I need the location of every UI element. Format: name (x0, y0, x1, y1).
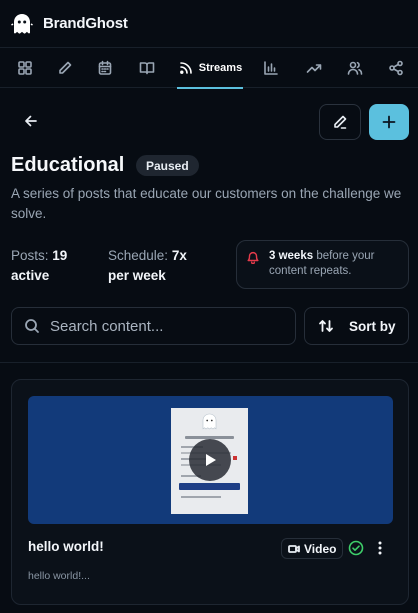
search-box[interactable] (11, 307, 296, 345)
nav-item-dashboard[interactable] (8, 48, 42, 88)
repeat-text: 3 weeks before your content repeats. (269, 249, 407, 279)
schedule-suffix: per week (108, 268, 166, 283)
schedule-label: Schedule: (108, 248, 169, 263)
content-card[interactable]: hello world! Video hello world!... (11, 379, 409, 605)
posts-suffix: active (11, 268, 50, 283)
rss-icon (179, 62, 192, 74)
sort-button[interactable]: Sort by (304, 307, 409, 345)
nav-item-team[interactable] (338, 48, 372, 88)
schedule-stat: Schedule: 7x per week (108, 246, 187, 286)
repeat-notice: 3 weeks before your content repeats. (236, 240, 409, 289)
schedule-value: 7x (171, 248, 187, 263)
play-button[interactable] (189, 439, 231, 481)
check-circle-icon (348, 540, 364, 556)
sort-icon (319, 320, 333, 332)
posts-stat: Posts: 19 active (11, 246, 67, 286)
back-button[interactable] (14, 104, 48, 138)
page-title: Educational (11, 154, 125, 176)
nav-item-library[interactable] (130, 48, 164, 88)
content-type-badge: Video (281, 538, 344, 559)
nav-item-share[interactable] (379, 48, 413, 88)
bar-chart-icon (264, 61, 278, 75)
nav-item-analytics[interactable] (254, 48, 288, 88)
arrow-left-icon (25, 115, 37, 127)
sort-label: Sort by (349, 318, 396, 334)
active-tab-indicator (177, 87, 243, 89)
posts-count: 19 (52, 248, 68, 263)
nav-item-trends[interactable] (297, 48, 331, 88)
pencil-icon (59, 61, 72, 74)
share-icon (389, 60, 403, 76)
edit-stream-button[interactable] (319, 104, 361, 140)
book-icon (139, 62, 155, 75)
plus-icon (382, 115, 396, 129)
trending-up-icon (306, 64, 322, 73)
users-icon (347, 61, 363, 75)
search-input[interactable] (50, 317, 280, 335)
more-options-button[interactable] (370, 538, 390, 558)
video-icon (288, 544, 300, 553)
calendar-icon (98, 60, 112, 75)
section-divider (0, 362, 418, 363)
repeat-duration: 3 weeks (269, 250, 314, 262)
bell-icon (247, 251, 259, 264)
nav-item-compose[interactable] (48, 48, 82, 88)
tab-streams-label: Streams (198, 62, 243, 74)
search-icon (25, 319, 39, 333)
play-icon (206, 454, 216, 466)
status-badge: Paused (136, 155, 199, 176)
card-snippet: hello world!... (28, 570, 90, 582)
brand-name: BrandGhost (43, 15, 128, 32)
grid-icon (18, 61, 32, 75)
pencil-icon (334, 115, 347, 129)
content-type-label: Video (304, 541, 337, 556)
tab-streams[interactable]: Streams (177, 48, 243, 89)
video-thumbnail[interactable] (28, 396, 393, 524)
top-bar: BrandGhost (0, 0, 418, 48)
main-nav: Streams (0, 48, 418, 89)
stream-description: A series of posts that educate our custo… (11, 186, 402, 221)
nav-item-calendar[interactable] (88, 48, 122, 88)
more-vertical-icon (378, 541, 382, 555)
ghost-icon[interactable] (10, 12, 34, 36)
posts-label: Posts: (11, 248, 49, 263)
card-title: hello world! (28, 539, 104, 554)
add-content-button[interactable] (369, 104, 409, 140)
